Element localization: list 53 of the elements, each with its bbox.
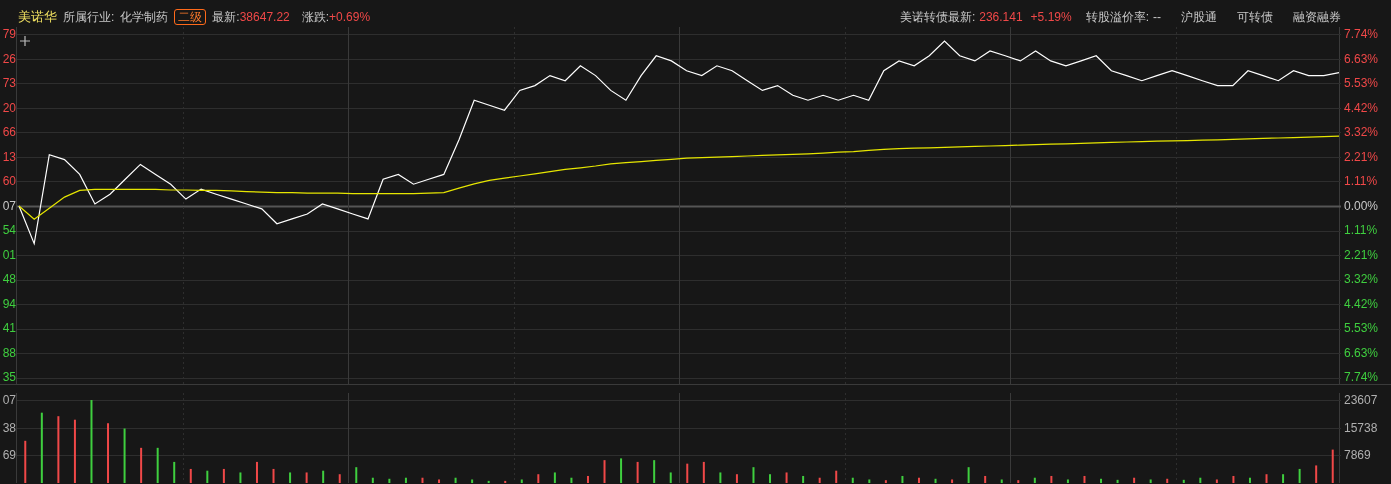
axis-label: 94: [2, 296, 16, 311]
axis-label: 13: [2, 149, 16, 164]
axis-label: 0.00%: [1344, 198, 1379, 213]
axis-label: 41: [2, 321, 16, 335]
header-link[interactable]: 融资融券: [1293, 8, 1341, 26]
field-label: 转股溢价率:: [1085, 9, 1149, 26]
axis-label: 07: [2, 393, 16, 407]
axis-label: 7.74%: [1344, 370, 1379, 384]
axis-label: 38: [2, 420, 16, 435]
axis-label: 1.11%: [1344, 174, 1378, 188]
field-label: 所属行业:: [63, 9, 115, 26]
axis-label: 7869: [1344, 448, 1371, 463]
stock-name: 美诺华: [18, 8, 57, 27]
axis-label: 26: [2, 51, 16, 66]
axis-label: 60: [2, 174, 16, 188]
bond-price-value: 236.141: [979, 9, 1023, 26]
axis-label: 4.42%: [1344, 100, 1379, 115]
axis-label: 20: [2, 100, 16, 115]
field-label: 涨跌:: [301, 9, 330, 26]
field-label: 最新:: [212, 9, 240, 26]
axis-label: 35: [2, 370, 16, 384]
axis-label: 1.11%: [1344, 223, 1378, 237]
axis-label: 73: [2, 76, 16, 90]
level-badge[interactable]: 二级: [174, 9, 207, 25]
axis-label: 4.42%: [1344, 296, 1379, 311]
axis-label: 48: [2, 272, 16, 286]
axis-label: 3.32%: [1344, 125, 1379, 139]
axis-label: 88: [2, 345, 16, 360]
axis-label: 5.53%: [1344, 321, 1379, 335]
axis-label: 79: [2, 27, 16, 41]
axis-label: 01: [2, 247, 16, 262]
axis-label: 3.32%: [1344, 272, 1379, 286]
axis-label: 7.74%: [1344, 27, 1379, 41]
axis-label: 15738: [1344, 420, 1378, 435]
header-link[interactable]: 沪股通: [1181, 8, 1217, 26]
change-value: +0.69%: [329, 9, 371, 26]
field-label: 美诺转债最新:: [899, 9, 976, 26]
header-link[interactable]: 可转债: [1237, 8, 1273, 26]
axis-label: 5.53%: [1344, 76, 1379, 90]
crosshair-icon: [19, 35, 31, 47]
axis-label: 2.21%: [1344, 149, 1379, 164]
axis-label: 23607: [1344, 393, 1378, 407]
axis-label: 07: [2, 198, 16, 213]
axis-label: 6.63%: [1344, 51, 1379, 66]
axis-label: 2.21%: [1344, 247, 1379, 262]
price-value: 38647.22: [239, 9, 290, 26]
axis-label: 69: [2, 448, 16, 463]
axis-label: 66: [2, 125, 16, 139]
axis-label: 54: [2, 223, 16, 237]
axis-label: 6.63%: [1344, 345, 1379, 360]
bond-change-value: +5.19%: [1030, 9, 1072, 26]
industry-name: 化学制药: [120, 9, 169, 26]
premium-value: --: [1153, 9, 1161, 26]
